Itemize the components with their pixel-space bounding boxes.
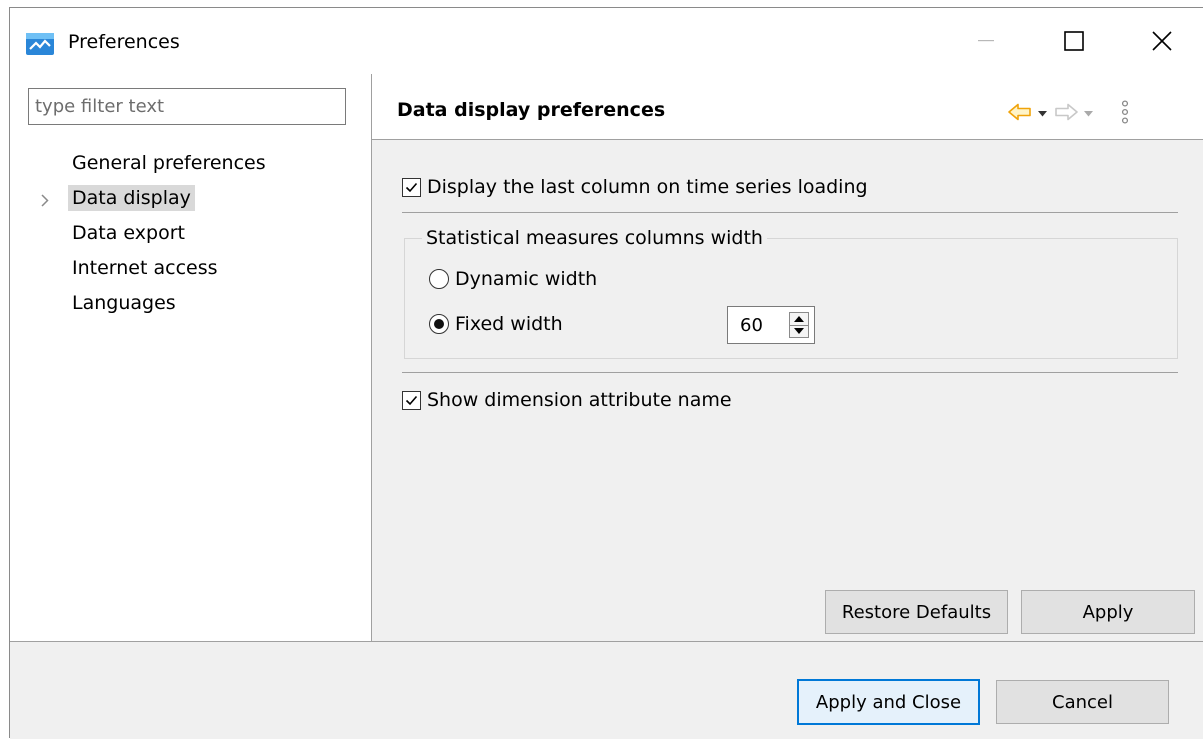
- dynamic-width-option[interactable]: Dynamic width: [429, 268, 597, 290]
- window-title: Preferences: [68, 31, 180, 53]
- back-arrow-icon[interactable]: [1008, 103, 1032, 121]
- separator: [402, 372, 1178, 373]
- minimize-icon: [978, 40, 994, 42]
- checkmark-icon: [405, 182, 418, 192]
- spinner-arrows: [789, 312, 809, 338]
- maximize-button[interactable]: [1042, 8, 1106, 74]
- fixed-width-label: Fixed width: [455, 313, 563, 335]
- view-menu-icon[interactable]: [1121, 100, 1129, 124]
- preferences-app-icon: [26, 33, 54, 55]
- close-button[interactable]: [1130, 8, 1194, 74]
- minimize-button[interactable]: [954, 8, 1018, 74]
- dropdown-icon[interactable]: [1038, 111, 1047, 117]
- tree-item-label: Data export: [72, 222, 185, 244]
- show-dimension-attribute-label: Show dimension attribute name: [427, 389, 732, 411]
- checkmark-icon: [405, 395, 418, 405]
- show-dimension-attribute-option[interactable]: Show dimension attribute name: [402, 389, 732, 411]
- arrow-down-icon: [794, 328, 804, 334]
- display-last-column-checkbox[interactable]: [402, 177, 421, 197]
- forward-arrow-icon[interactable]: [1054, 103, 1078, 121]
- preference-tree-panel: General preferences Data display Data ex…: [10, 74, 372, 641]
- dropdown-icon[interactable]: [1084, 111, 1093, 117]
- chevron-right-icon[interactable]: [41, 194, 49, 207]
- fixed-width-value[interactable]: 60: [740, 315, 763, 336]
- title-bar: Preferences: [10, 8, 1203, 74]
- dynamic-width-label: Dynamic width: [455, 268, 598, 290]
- tree-item-label: Languages: [72, 292, 176, 314]
- page-header: Data display preferences: [372, 74, 1203, 140]
- decrement-button[interactable]: [790, 325, 808, 337]
- close-icon: [1152, 31, 1172, 51]
- fixed-width-radio[interactable]: [429, 314, 449, 334]
- page-title: Data display preferences: [397, 99, 666, 121]
- fixed-width-spinner[interactable]: 60: [727, 306, 815, 344]
- preferences-window: Preferences General preferences: [9, 7, 1203, 739]
- cancel-button[interactable]: Cancel: [996, 680, 1169, 724]
- apply-button[interactable]: Apply: [1021, 590, 1195, 634]
- maximize-icon: [1064, 31, 1084, 51]
- group-title: Statistical measures columns width: [422, 227, 767, 249]
- arrow-up-icon: [794, 316, 804, 322]
- apply-and-close-button[interactable]: Apply and Close: [797, 679, 980, 725]
- dynamic-width-radio[interactable]: [429, 269, 449, 289]
- separator: [402, 212, 1178, 213]
- fixed-width-option[interactable]: Fixed width: [429, 313, 563, 335]
- display-last-column-option[interactable]: Display the last column on time series l…: [402, 176, 868, 198]
- preference-page: Data display preferences Display the las…: [372, 74, 1203, 641]
- tree-item-label: General preferences: [72, 152, 266, 174]
- tree-item-label: Internet access: [72, 257, 218, 279]
- dialog-button-bar: Apply and Close Cancel: [10, 641, 1203, 739]
- tree-item-label: Data display: [68, 185, 195, 211]
- show-dimension-attribute-checkbox[interactable]: [402, 390, 421, 410]
- restore-defaults-button[interactable]: Restore Defaults: [825, 590, 1008, 634]
- display-last-column-label: Display the last column on time series l…: [427, 176, 868, 198]
- filter-input[interactable]: [28, 88, 346, 125]
